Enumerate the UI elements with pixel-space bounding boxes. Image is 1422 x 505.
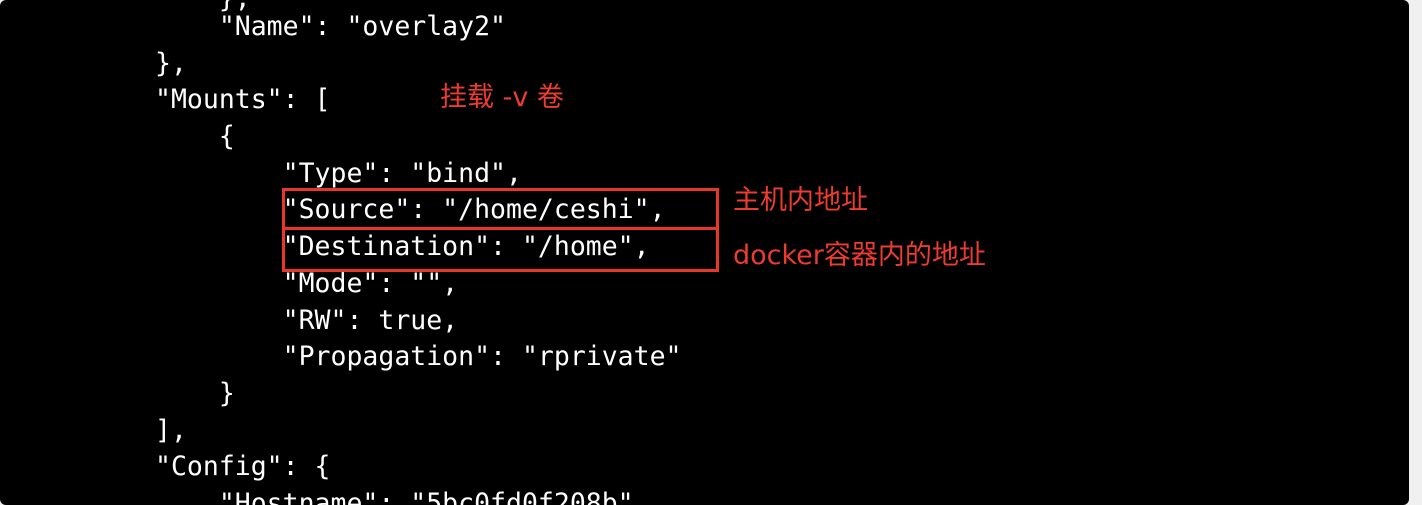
json-line-11: "Propagation": "rprivate" <box>155 341 682 372</box>
window-edge <box>1409 0 1422 505</box>
terminal-window: }, "Name": "overlay2" }, "Mounts": [ { "… <box>0 0 1409 505</box>
mounts-annotation: 挂载 -v 卷 <box>440 82 564 113</box>
json-line-15: "Hostname": "5bc0fd0f208b", <box>155 488 650 505</box>
destination-highlight-box <box>282 227 719 272</box>
json-line-13: ], <box>155 415 187 446</box>
json-line-3: }, <box>155 48 187 79</box>
json-line-14: "Config": { <box>155 451 331 482</box>
json-line-6: "Type": "bind", <box>155 158 522 189</box>
source-annotation: 主机内地址 <box>733 185 868 216</box>
source-highlight-box <box>282 188 719 230</box>
json-line-2: "Name": "overlay2" <box>155 11 506 42</box>
json-line-4: "Mounts": [ <box>155 84 331 115</box>
destination-annotation: docker容器内的地址 <box>733 240 986 271</box>
json-line-10: "RW": true, <box>155 305 459 336</box>
json-line-12: } <box>155 378 235 409</box>
json-line-5: { <box>155 121 235 152</box>
